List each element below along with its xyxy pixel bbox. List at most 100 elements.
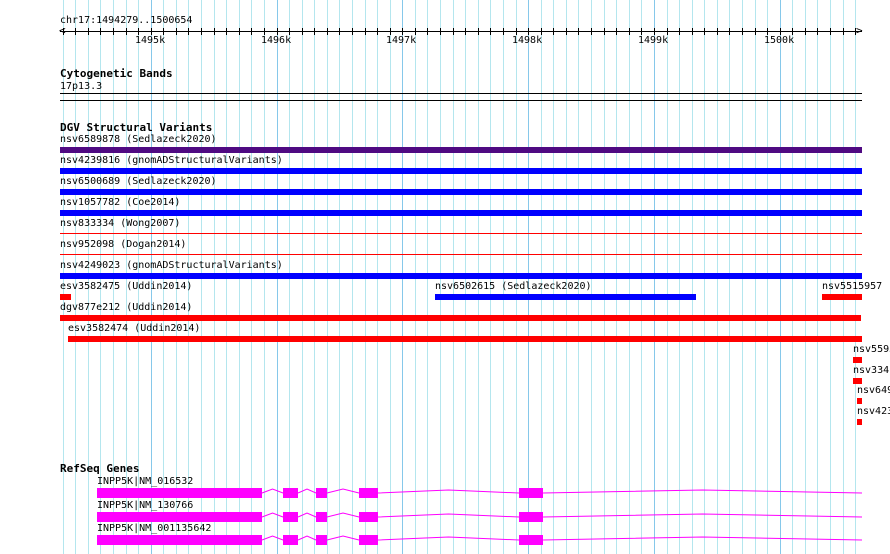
intron bbox=[326, 535, 360, 541]
exon[interactable] bbox=[359, 512, 378, 522]
cytoband-track-title[interactable]: Cytogenetic Bands bbox=[60, 68, 173, 79]
feature-label: nsv6589878 (Sedlazeck2020) bbox=[60, 134, 217, 145]
exon[interactable] bbox=[283, 535, 298, 545]
feature-bar[interactable] bbox=[68, 336, 862, 342]
feature-bar[interactable] bbox=[857, 419, 862, 425]
intron bbox=[326, 512, 360, 518]
exon[interactable] bbox=[519, 535, 543, 545]
ruler-major-label: 1500k bbox=[764, 35, 795, 46]
feature-bar[interactable] bbox=[60, 273, 862, 279]
exon[interactable] bbox=[97, 512, 262, 522]
feature-bar[interactable] bbox=[857, 398, 862, 404]
genome-browser-view[interactable]: chr17:1494279..1500654 < > 1495k1496k149… bbox=[0, 0, 890, 554]
dgv-track-title[interactable]: DGV Structural Variants bbox=[60, 122, 212, 133]
ruler-tick bbox=[717, 28, 718, 35]
ruler-tick bbox=[629, 28, 630, 35]
ruler-tick bbox=[767, 28, 768, 35]
exon[interactable] bbox=[97, 535, 262, 545]
feature-bar[interactable] bbox=[60, 210, 862, 216]
exon[interactable] bbox=[359, 535, 378, 545]
feature-label: esv3582475 (Uddin2014) bbox=[60, 281, 193, 292]
ruler-tick bbox=[604, 28, 605, 35]
cytoband-label: 17p13.3 bbox=[60, 81, 103, 92]
ruler-tick bbox=[553, 28, 554, 35]
feature-bar[interactable] bbox=[60, 147, 862, 153]
ruler-tick bbox=[465, 28, 466, 35]
ruler-major-label: 1499k bbox=[638, 35, 669, 46]
ruler-tick bbox=[667, 28, 668, 35]
intron bbox=[297, 488, 317, 494]
intron bbox=[543, 513, 863, 518]
ruler-tick bbox=[729, 28, 730, 35]
exon[interactable] bbox=[97, 488, 262, 498]
feature-label: nsv6500689 (Sedlazeck2020) bbox=[60, 176, 217, 187]
ruler-tick bbox=[214, 28, 215, 35]
feature-bar[interactable] bbox=[853, 357, 862, 363]
exon[interactable] bbox=[283, 512, 298, 522]
intron bbox=[261, 488, 284, 494]
intron bbox=[297, 535, 317, 541]
ruler-tick bbox=[478, 28, 479, 35]
scroll-right-arrow-icon[interactable]: > bbox=[856, 25, 863, 36]
ruler-tick bbox=[126, 28, 127, 35]
exon[interactable] bbox=[519, 512, 543, 522]
refseq-track-title[interactable]: RefSeq Genes bbox=[60, 463, 139, 474]
exon[interactable] bbox=[359, 488, 378, 498]
ruler-tick bbox=[440, 28, 441, 35]
ruler-tick bbox=[843, 28, 844, 35]
feature-bar[interactable] bbox=[822, 294, 862, 300]
exon[interactable] bbox=[316, 488, 327, 498]
ruler-tick bbox=[692, 28, 693, 35]
ruler-tick bbox=[188, 28, 189, 35]
ruler-tick bbox=[616, 28, 617, 35]
ruler-tick bbox=[780, 28, 781, 35]
feature-label: nsv4249023 (gnomADStructuralVariants) bbox=[60, 260, 283, 271]
ruler-tick bbox=[641, 28, 642, 35]
feature-bar[interactable] bbox=[60, 315, 861, 321]
ruler-tick bbox=[264, 28, 265, 35]
ruler-tick bbox=[314, 28, 315, 35]
ruler-tick bbox=[402, 28, 403, 35]
ruler-tick bbox=[226, 28, 227, 35]
feature-label: esv3582474 (Uddin2014) bbox=[68, 323, 201, 334]
ruler-tick bbox=[654, 28, 655, 35]
ruler-tick bbox=[327, 28, 328, 35]
feature-bar[interactable] bbox=[60, 189, 862, 195]
ruler-major-label: 1497k bbox=[386, 35, 417, 46]
ruler-tick bbox=[251, 28, 252, 35]
feature-bar[interactable] bbox=[853, 378, 862, 384]
feature-label: nsv4239816 (gnomADStructuralVariants) bbox=[60, 155, 283, 166]
intron bbox=[543, 536, 863, 541]
feature-bar[interactable] bbox=[60, 233, 862, 234]
feature-bar[interactable] bbox=[60, 294, 71, 300]
ruler-tick bbox=[302, 28, 303, 35]
exon[interactable] bbox=[519, 488, 543, 498]
ruler-tick bbox=[277, 28, 278, 35]
exon[interactable] bbox=[316, 535, 327, 545]
exon[interactable] bbox=[283, 488, 298, 498]
exon[interactable] bbox=[316, 512, 327, 522]
ruler-tick bbox=[453, 28, 454, 35]
feature-label: nsv952098 (Dogan2014) bbox=[60, 239, 187, 250]
ruler-tick bbox=[113, 28, 114, 35]
feature-label: nsv1057782 (Coe2014) bbox=[60, 197, 181, 208]
ruler-tick bbox=[427, 28, 428, 35]
feature-bar[interactable] bbox=[60, 254, 862, 255]
ruler-tick bbox=[163, 28, 164, 35]
feature-label: nsv5595 bbox=[853, 344, 890, 355]
ruler-tick bbox=[503, 28, 504, 35]
ruler-tick bbox=[528, 28, 529, 35]
intron bbox=[378, 513, 520, 518]
feature-label: nsv833334 (Wong2007) bbox=[60, 218, 181, 229]
ruler-tick bbox=[352, 28, 353, 35]
ruler-major-label: 1498k bbox=[512, 35, 543, 46]
ruler-tick bbox=[75, 28, 76, 35]
ruler-tick bbox=[541, 28, 542, 35]
feature-bar[interactable] bbox=[60, 168, 862, 174]
intron bbox=[261, 535, 284, 541]
intron bbox=[326, 488, 360, 494]
ruler-tick bbox=[755, 28, 756, 35]
ruler-tick bbox=[377, 28, 378, 35]
ruler-tick bbox=[566, 28, 567, 35]
feature-bar[interactable] bbox=[435, 294, 696, 300]
